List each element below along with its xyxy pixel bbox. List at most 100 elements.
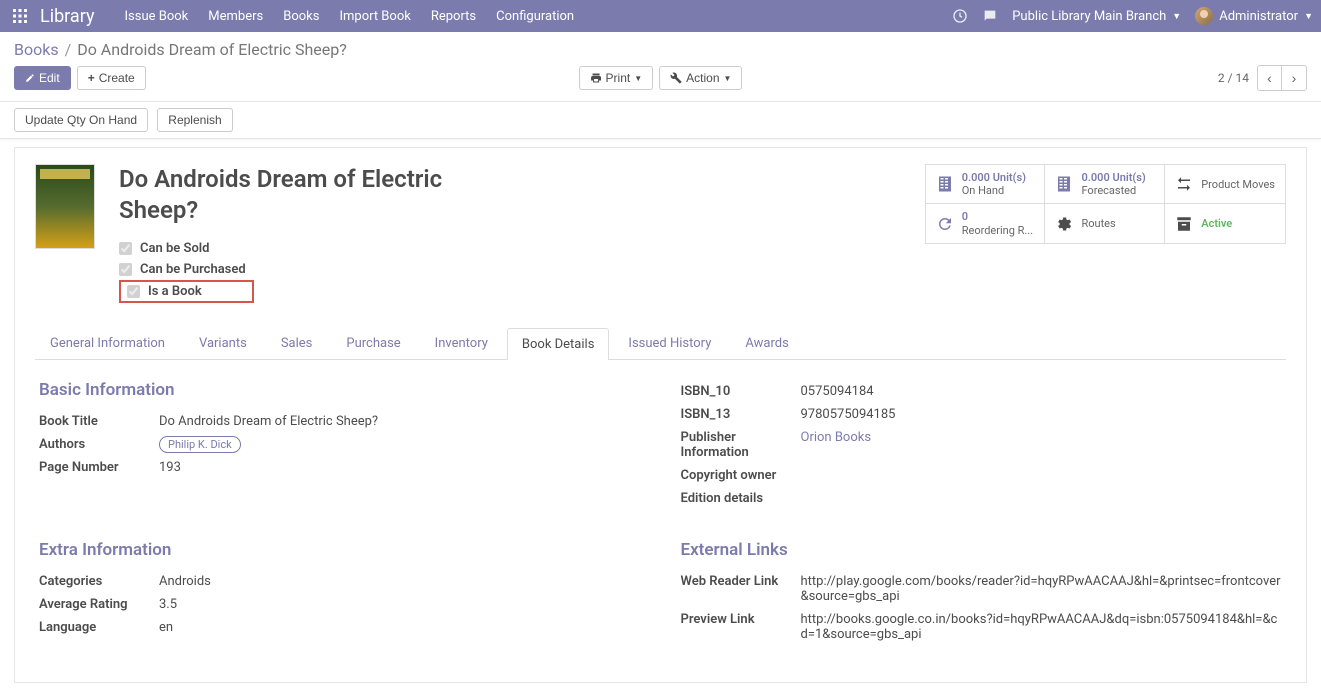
building-icon — [936, 175, 954, 193]
notebook-tabs: General Information Variants Sales Purch… — [35, 327, 1286, 360]
building-icon — [1055, 175, 1073, 193]
create-label: Create — [99, 71, 135, 85]
menu-reports[interactable]: Reports — [431, 9, 476, 24]
label-isbn10: ISBN_10 — [681, 384, 801, 399]
activity-icon[interactable] — [952, 8, 968, 24]
value-page-number: 193 — [159, 460, 181, 475]
value-book-title: Do Androids Dream of Electric Sheep? — [159, 414, 378, 429]
breadcrumb: Books / Do Androids Dream of Electric Sh… — [0, 32, 1321, 63]
value-categories: Androids — [159, 574, 211, 589]
action-button[interactable]: Action ▼ — [659, 66, 742, 90]
action-label: Action — [686, 71, 719, 85]
refresh-icon — [936, 215, 954, 233]
user-menu[interactable]: Administrator ▼ — [1195, 7, 1313, 25]
can-be-purchased-checkbox[interactable] — [119, 263, 132, 276]
product-image[interactable] — [35, 164, 95, 249]
breadcrumb-separator: / — [65, 40, 72, 59]
archive-icon — [1175, 215, 1193, 233]
pager-prev[interactable]: ‹ — [1258, 66, 1282, 90]
gears-icon — [1055, 215, 1073, 233]
nav-menu: Issue Book Members Books Import Book Rep… — [125, 9, 575, 24]
value-preview-link: http://books.google.co.in/books?id=hqyRP… — [801, 612, 1283, 642]
tab-book-details[interactable]: Book Details — [507, 328, 610, 360]
label-categories: Categories — [39, 574, 159, 589]
caret-down-icon: ▼ — [634, 74, 642, 83]
menu-configuration[interactable]: Configuration — [496, 9, 574, 24]
menu-issue-book[interactable]: Issue Book — [125, 9, 189, 24]
breadcrumb-current: Do Androids Dream of Electric Sheep? — [77, 40, 347, 59]
exchange-icon — [1175, 175, 1193, 193]
can-be-sold-row: Can be Sold — [119, 238, 901, 259]
tab-variants[interactable]: Variants — [184, 327, 262, 359]
statusbar: Update Qty On Hand Replenish — [0, 102, 1321, 139]
user-name: Administrator — [1219, 9, 1298, 24]
company-switcher[interactable]: Public Library Main Branch ▼ — [1012, 9, 1181, 24]
caret-down-icon: ▼ — [1172, 11, 1181, 22]
create-button[interactable]: + Create — [77, 66, 146, 90]
top-navbar: Library Issue Book Members Books Import … — [0, 0, 1321, 32]
edit-button[interactable]: Edit — [14, 66, 71, 90]
tab-issued-history[interactable]: Issued History — [613, 327, 726, 359]
pager-buttons: ‹ › — [1257, 65, 1307, 91]
section-basic-info: Basic Information — [39, 380, 641, 400]
menu-import-book[interactable]: Import Book — [339, 9, 410, 24]
value-isbn10: 0575094184 — [801, 384, 874, 399]
is-a-book-row: Is a Book — [119, 280, 254, 303]
pager-text[interactable]: 2 / 14 — [1218, 71, 1249, 85]
plus-icon: + — [88, 71, 95, 85]
tab-purchase[interactable]: Purchase — [331, 327, 415, 359]
label-book-title: Book Title — [39, 414, 159, 429]
tab-inventory[interactable]: Inventory — [420, 327, 503, 359]
update-qty-button[interactable]: Update Qty On Hand — [14, 108, 148, 132]
label-authors: Authors — [39, 437, 159, 452]
caret-down-icon: ▼ — [1304, 11, 1313, 22]
brand-title[interactable]: Library — [40, 6, 95, 27]
is-a-book-checkbox[interactable] — [127, 285, 140, 298]
tab-sales[interactable]: Sales — [266, 327, 328, 359]
tab-awards[interactable]: Awards — [730, 327, 803, 359]
author-tag[interactable]: Philip K. Dick — [159, 436, 241, 453]
label-publisher: Publisher Information — [681, 430, 801, 460]
stat-routes[interactable]: Routes — [1045, 204, 1165, 242]
stat-buttons: 0.000 Unit(s)On Hand 0.000 Unit(s)Foreca… — [925, 164, 1286, 244]
stat-product-moves[interactable]: Product Moves — [1165, 165, 1285, 204]
publisher-link[interactable]: Orion Books — [801, 430, 872, 445]
menu-members[interactable]: Members — [208, 9, 263, 24]
print-label: Print — [606, 71, 631, 85]
can-be-sold-checkbox[interactable] — [119, 242, 132, 255]
form-sheet: Do Androids Dream of Electric Sheep? Can… — [14, 147, 1307, 683]
value-isbn13: 9780575094185 — [801, 407, 896, 422]
label-copyright: Copyright owner — [681, 468, 801, 483]
control-panel: Edit + Create Print ▼ Action ▼ 2 / 14 ‹ … — [0, 63, 1321, 102]
section-external-links: External Links — [681, 540, 1283, 560]
label-edition: Edition details — [681, 491, 801, 506]
apps-icon[interactable] — [8, 4, 32, 28]
print-icon — [590, 72, 602, 84]
can-be-sold-label: Can be Sold — [140, 241, 210, 256]
wrench-icon — [670, 72, 682, 84]
is-a-book-label: Is a Book — [148, 284, 202, 299]
replenish-button[interactable]: Replenish — [157, 108, 232, 132]
print-button[interactable]: Print ▼ — [579, 66, 654, 90]
company-name: Public Library Main Branch — [1012, 9, 1166, 24]
caret-down-icon: ▼ — [724, 74, 732, 83]
breadcrumb-root[interactable]: Books — [14, 40, 59, 59]
page-title: Do Androids Dream of Electric Sheep? — [119, 164, 459, 226]
label-preview-link: Preview Link — [681, 612, 801, 642]
stat-on-hand[interactable]: 0.000 Unit(s)On Hand — [926, 165, 1046, 204]
label-reader-link: Web Reader Link — [681, 574, 801, 604]
stat-forecasted[interactable]: 0.000 Unit(s)Forecasted — [1045, 165, 1165, 204]
stat-reordering[interactable]: 0Reordering R... — [926, 204, 1046, 242]
can-be-purchased-label: Can be Purchased — [140, 262, 246, 277]
tab-content: Basic Information Book TitleDo Androids … — [35, 360, 1286, 666]
value-language: en — [159, 620, 173, 635]
menu-books[interactable]: Books — [283, 9, 319, 24]
messaging-icon[interactable] — [982, 8, 998, 24]
tab-general-information[interactable]: General Information — [35, 327, 180, 359]
avatar — [1195, 7, 1213, 25]
edit-label: Edit — [39, 71, 60, 85]
pager-next[interactable]: › — [1282, 66, 1306, 90]
can-be-purchased-row: Can be Purchased — [119, 259, 901, 280]
label-language: Language — [39, 620, 159, 635]
stat-active[interactable]: Active — [1165, 204, 1285, 242]
